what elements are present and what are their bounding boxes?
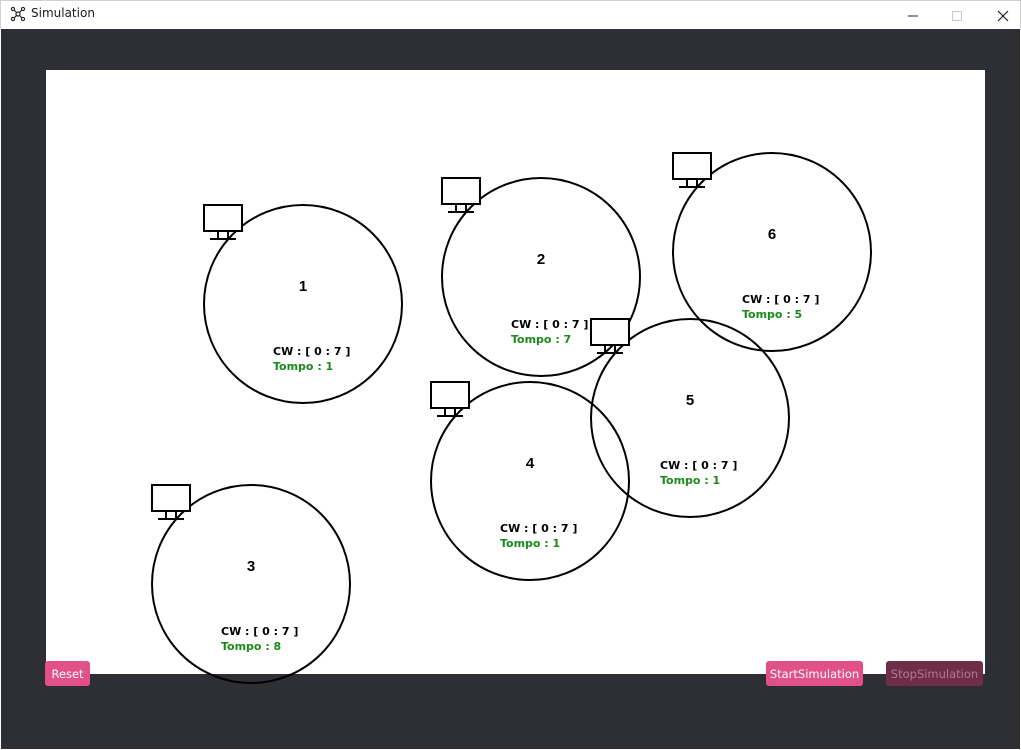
computer-icon [441,177,481,213]
node-id: 5 [685,392,695,409]
node-tempo-label: Tompo : 7 [511,333,572,346]
close-button[interactable] [980,1,1021,30]
reset-button[interactable]: Reset [45,661,90,686]
title-bar: Simulation [0,0,1021,29]
node-id: 4 [525,455,535,472]
maximize-button[interactable] [934,1,980,30]
node-tempo-label: Tompo : 1 [660,474,721,487]
simulation-canvas: 1 CW : [ 0 : 7 ] Tompo : 1 2 CW : [ 0 : … [46,70,985,684]
node-tempo-label: Tompo : 1 [500,537,561,550]
node-cw-label: CW : [ 0 : 7 ] [660,459,738,472]
node-cw-label: CW : [ 0 : 7 ] [273,345,351,358]
computer-icon [203,204,243,240]
network-node[interactable]: 4 CW : [ 0 : 7 ] Tompo : 1 [430,381,630,581]
start-simulation-button[interactable]: StartSimulation [766,661,863,686]
network-node[interactable]: 1 CW : [ 0 : 7 ] Tompo : 1 [203,204,403,404]
node-cw-label: CW : [ 0 : 7 ] [511,318,589,331]
maximize-icon [952,10,962,21]
window-title: Simulation [31,6,95,20]
node-id: 1 [298,278,308,295]
node-id: 3 [246,558,256,575]
node-tempo-label: Tompo : 8 [221,640,282,653]
main-panel: 1 CW : [ 0 : 7 ] Tompo : 1 2 CW : [ 0 : … [1,29,1020,749]
minimize-icon [908,15,918,16]
node-cw-label: CW : [ 0 : 7 ] [221,625,299,638]
computer-icon [590,318,630,354]
computer-icon [151,484,191,520]
node-id: 2 [536,251,546,268]
close-icon [997,10,1009,21]
node-id: 6 [767,226,777,243]
node-tempo-label: Tompo : 1 [273,360,334,373]
computer-icon [430,381,470,417]
network-icon [10,6,26,22]
node-cw-label: CW : [ 0 : 7 ] [500,522,578,535]
node-cw-label: CW : [ 0 : 7 ] [742,293,820,306]
computer-icon [672,152,712,188]
network-node[interactable]: 3 CW : [ 0 : 7 ] Tompo : 8 [151,484,351,684]
stop-simulation-button[interactable]: StopSimulation [886,661,983,686]
minimize-button[interactable] [890,1,936,30]
